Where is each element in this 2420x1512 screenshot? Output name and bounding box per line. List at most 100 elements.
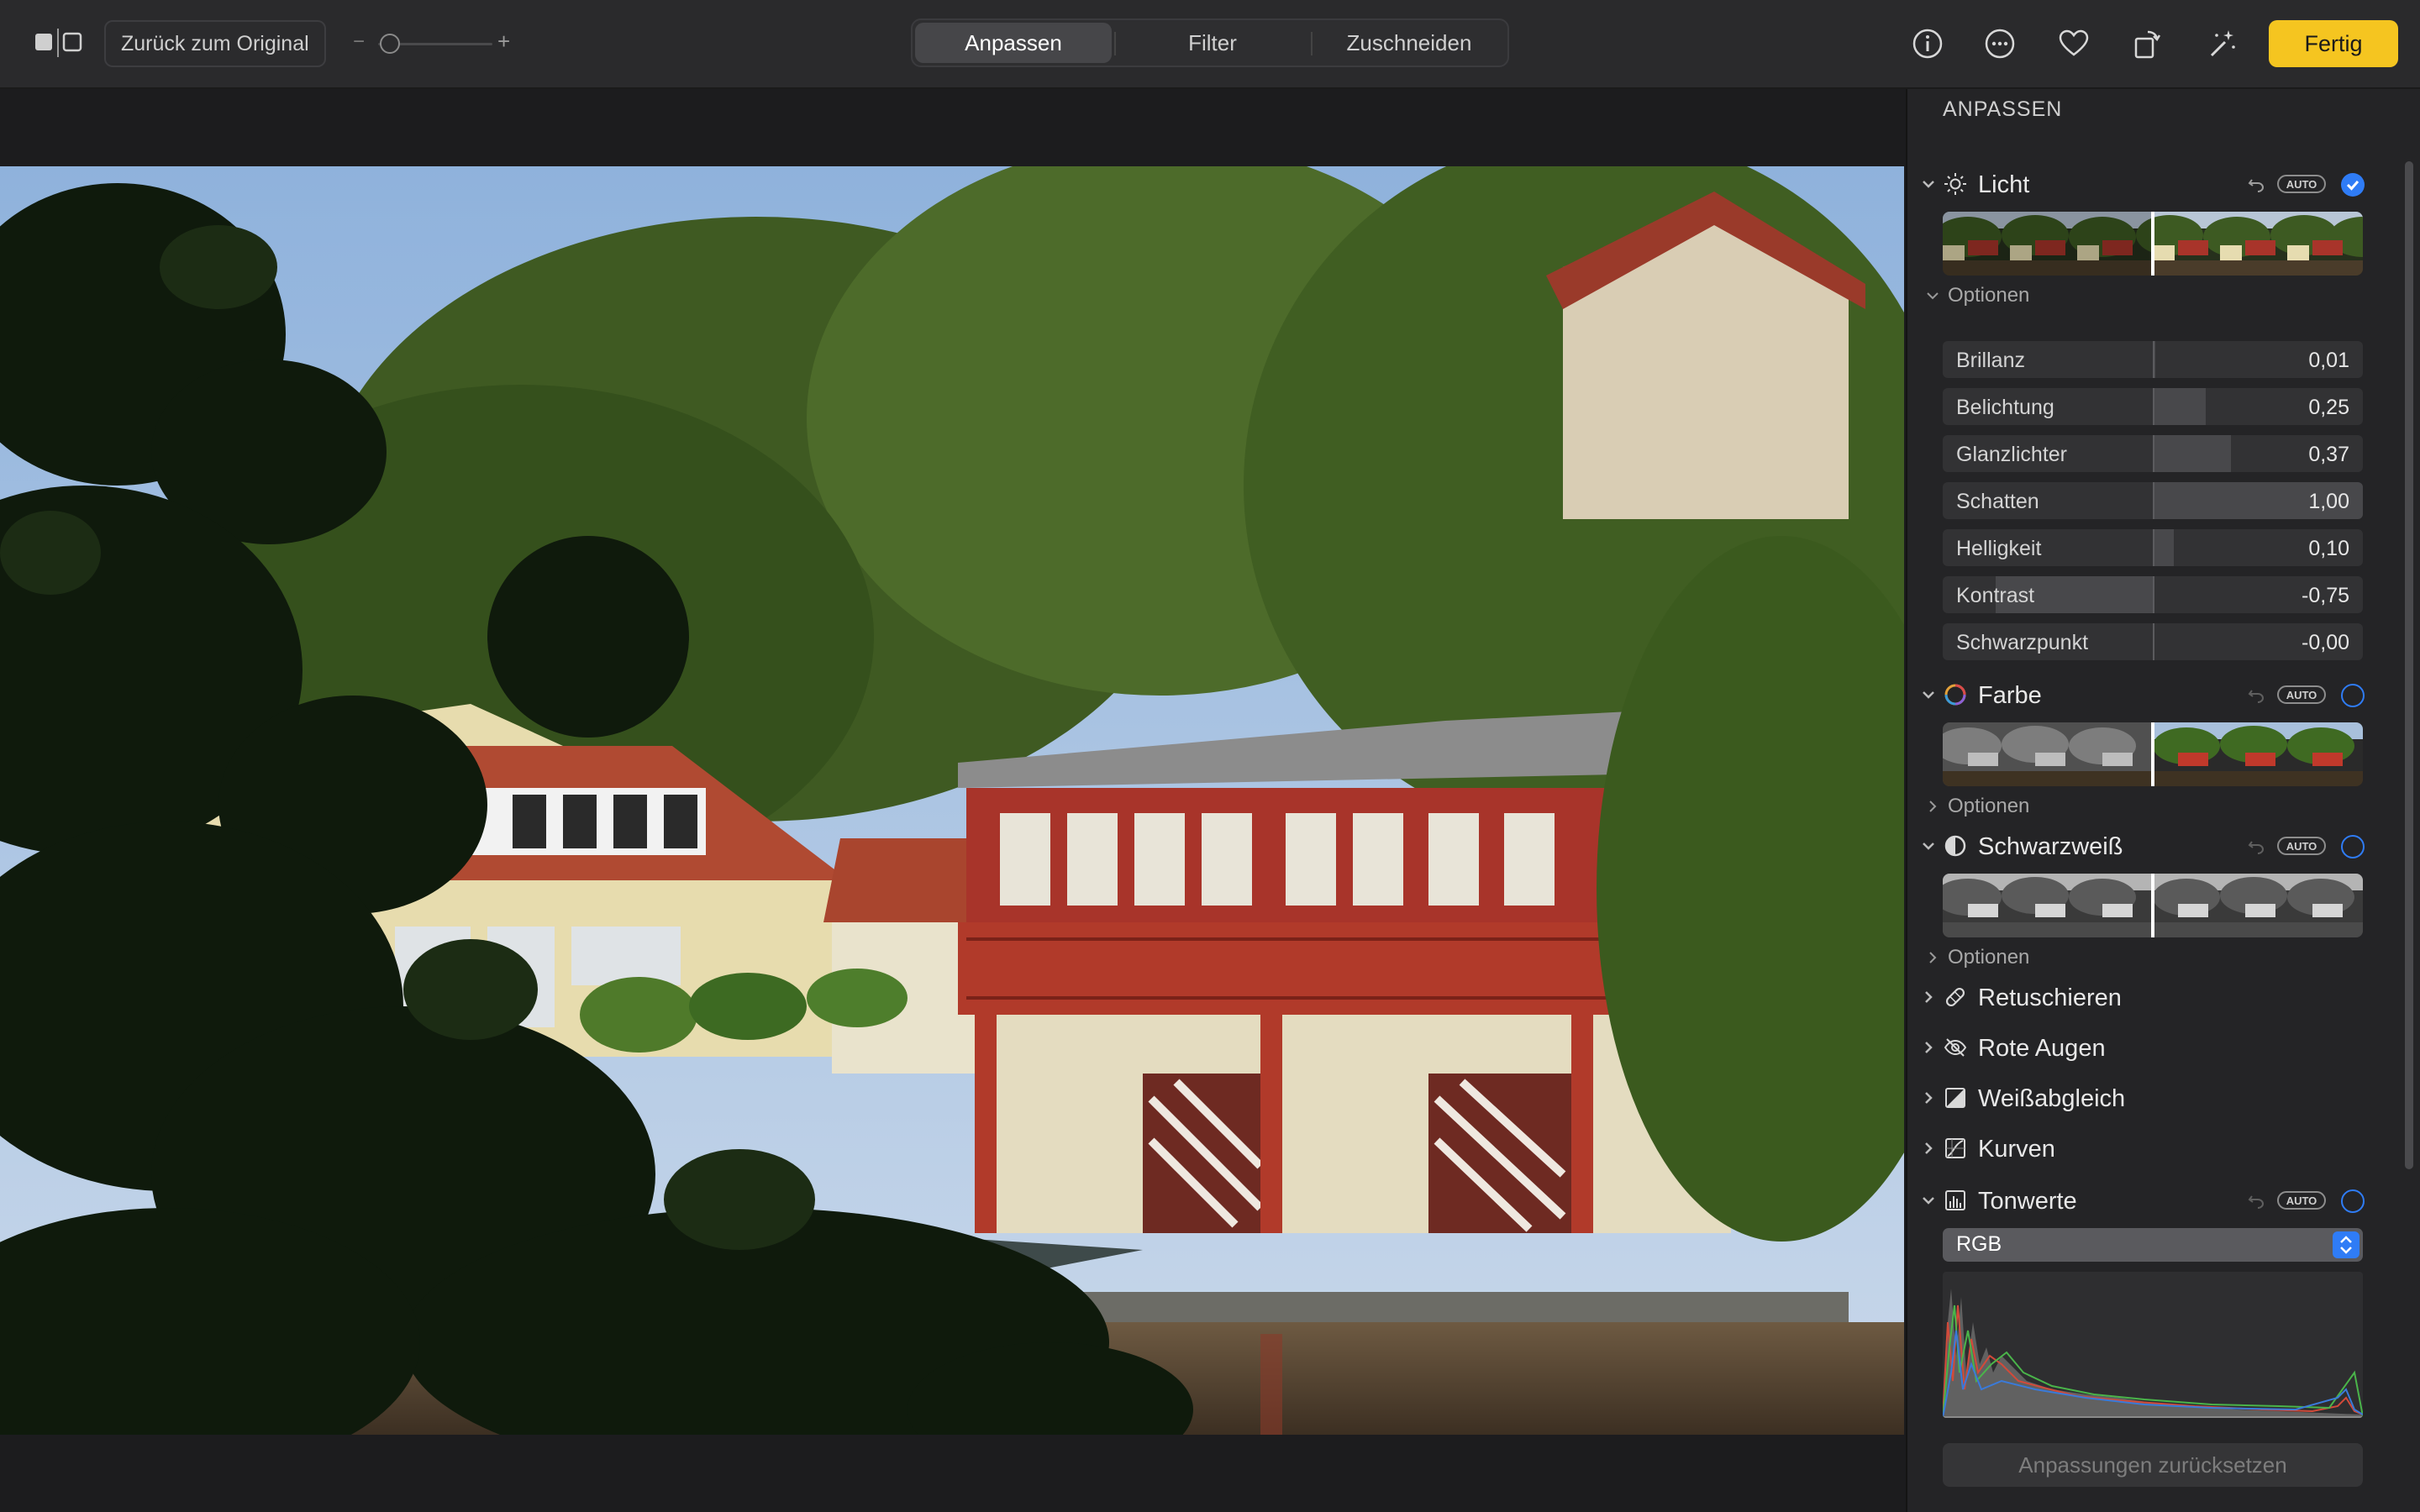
section-weissabgleich-label[interactable]: Weißabgleich bbox=[1978, 1085, 2125, 1113]
slider-kontrast[interactable]: Kontrast -0,75 bbox=[1943, 576, 2363, 613]
chevron-down-icon[interactable] bbox=[1919, 685, 1938, 704]
auto-enhance-wand-icon[interactable] bbox=[2202, 24, 2242, 64]
section-schwarzweiss-label[interactable]: Schwarzweiß bbox=[1978, 833, 2123, 861]
slider-schwarzpunkt[interactable]: Schwarzpunkt -0,00 bbox=[1943, 623, 2363, 660]
enable-toggle-licht[interactable] bbox=[2341, 173, 2365, 197]
enable-toggle-farbe[interactable] bbox=[2341, 684, 2365, 707]
undo-icon[interactable] bbox=[2247, 685, 2265, 704]
slider-schatten[interactable]: Schatten 1,00 bbox=[1943, 482, 2363, 519]
undo-icon[interactable] bbox=[2247, 175, 2265, 193]
zoom-in-icon[interactable]: + bbox=[497, 29, 510, 55]
slider-label: Belichtung bbox=[1956, 396, 2054, 419]
slider-value: 0,37 bbox=[2308, 443, 2349, 466]
edited-photo[interactable] bbox=[0, 166, 1904, 1435]
chevron-down-icon[interactable] bbox=[1919, 837, 1938, 855]
slider-label: Schwarzpunkt bbox=[1956, 631, 2089, 654]
more-options-icon[interactable] bbox=[1980, 24, 2020, 64]
chevron-down-icon bbox=[1927, 292, 1939, 300]
options-label: Optionen bbox=[1948, 946, 2030, 969]
updown-chevron-icon[interactable] bbox=[2333, 1231, 2360, 1258]
reset-adjustments-button[interactable]: Anpassungen zurücksetzen bbox=[1943, 1443, 2363, 1487]
half-circle-icon bbox=[1944, 835, 1966, 857]
slider-label: Schatten bbox=[1956, 490, 2039, 513]
slider-center-mark bbox=[2153, 341, 2154, 378]
done-button[interactable]: Fertig bbox=[2269, 20, 2398, 67]
auto-button[interactable]: AUTO bbox=[2277, 685, 2326, 704]
section-farbe: Farbe AUTO bbox=[1907, 675, 2412, 717]
toolbar: Zurück zum Original − + Anpassen Filter … bbox=[0, 0, 2420, 89]
section-retuschieren[interactable]: Retuschieren bbox=[1907, 978, 2412, 1020]
zoom-slider[interactable]: − + bbox=[353, 29, 521, 59]
tab-filter[interactable]: Filter bbox=[1114, 20, 1311, 66]
chevron-right-icon[interactable] bbox=[1919, 988, 1938, 1006]
section-farbe-label[interactable]: Farbe bbox=[1978, 682, 2042, 710]
slider-helligkeit[interactable]: Helligkeit 0,10 bbox=[1943, 529, 2363, 566]
chevron-right-icon[interactable] bbox=[1919, 1089, 1938, 1107]
color-wheel-icon bbox=[1944, 684, 1966, 706]
tonwerte-channel-select[interactable]: RGB bbox=[1943, 1228, 2363, 1262]
undo-icon[interactable] bbox=[2247, 1191, 2265, 1210]
auto-button[interactable]: AUTO bbox=[2277, 175, 2326, 193]
slider-center-mark bbox=[2153, 576, 2154, 613]
section-weissabgleich[interactable]: Weißabgleich bbox=[1907, 1079, 2412, 1121]
slider-center-mark bbox=[2153, 435, 2154, 472]
enable-toggle-schwarzweiss[interactable] bbox=[2341, 835, 2365, 858]
slider-value: 0,25 bbox=[2308, 396, 2349, 419]
chevron-right-icon[interactable] bbox=[1919, 1139, 1938, 1158]
slider-label: Glanzlichter bbox=[1956, 443, 2067, 466]
tab-zuschneiden[interactable]: Zuschneiden bbox=[1311, 20, 1507, 66]
bandage-icon bbox=[1945, 987, 1965, 1007]
section-retuschieren-label[interactable]: Retuschieren bbox=[1978, 984, 2122, 1012]
chevron-right-icon[interactable] bbox=[1919, 1038, 1938, 1057]
favorite-heart-icon[interactable] bbox=[2054, 24, 2094, 64]
zoom-knob[interactable] bbox=[380, 34, 400, 54]
enable-toggle-tonwerte[interactable] bbox=[2341, 1189, 2365, 1213]
split-view-icon[interactable] bbox=[34, 25, 82, 60]
sidebar-scrollbar[interactable] bbox=[2405, 161, 2413, 1169]
slider-brillanz[interactable]: Brillanz 0,01 bbox=[1943, 341, 2363, 378]
licht-thumbnail-strip[interactable] bbox=[1943, 212, 2363, 276]
section-kurven-label[interactable]: Kurven bbox=[1978, 1136, 2055, 1163]
chevron-down-icon[interactable] bbox=[1919, 1191, 1938, 1210]
sun-icon bbox=[1944, 173, 1966, 195]
auto-button[interactable]: AUTO bbox=[2277, 837, 2326, 855]
eye-slash-icon bbox=[1944, 1038, 1967, 1057]
section-rote-augen[interactable]: Rote Augen bbox=[1907, 1028, 2412, 1070]
farbe-thumbnail-strip[interactable] bbox=[1943, 722, 2363, 786]
section-tonwerte: Tonwerte AUTO bbox=[1907, 1181, 2412, 1223]
rotate-icon[interactable] bbox=[2126, 24, 2166, 64]
slider-belichtung[interactable]: Belichtung 0,25 bbox=[1943, 388, 2363, 425]
section-kurven[interactable]: Kurven bbox=[1907, 1129, 2412, 1171]
slider-value: 0,01 bbox=[2308, 349, 2349, 372]
section-licht-label[interactable]: Licht bbox=[1978, 171, 2029, 199]
chevron-right-icon bbox=[1929, 801, 1937, 812]
section-licht: Licht AUTO bbox=[1907, 165, 2412, 207]
levels-histogram-icon bbox=[1945, 1190, 1965, 1210]
chevron-down-icon[interactable] bbox=[1919, 175, 1938, 193]
slider-label: Helligkeit bbox=[1956, 537, 2042, 560]
tab-anpassen[interactable]: Anpassen bbox=[915, 23, 1112, 63]
slider-center-mark bbox=[2153, 482, 2154, 519]
slider-center-mark bbox=[2153, 623, 2154, 660]
auto-button[interactable]: AUTO bbox=[2277, 1191, 2326, 1210]
levels-histogram[interactable] bbox=[1943, 1272, 2363, 1418]
info-icon[interactable] bbox=[1907, 24, 1948, 64]
section-rote-augen-label[interactable]: Rote Augen bbox=[1978, 1035, 2106, 1063]
zoom-out-icon[interactable]: − bbox=[353, 30, 365, 54]
schwarzweiss-thumbnail-strip[interactable] bbox=[1943, 874, 2363, 937]
slider-label: Brillanz bbox=[1956, 349, 2025, 372]
section-tonwerte-label[interactable]: Tonwerte bbox=[1978, 1188, 2077, 1215]
undo-icon[interactable] bbox=[2247, 837, 2265, 855]
white-balance-icon bbox=[1945, 1088, 1965, 1108]
slider-value: -0,00 bbox=[2302, 631, 2349, 654]
adjust-sidebar: ANPASSEN Licht AUTO Optionen Brillanz 0,0… bbox=[1906, 89, 2420, 1512]
slider-fill bbox=[2153, 388, 2206, 425]
section-schwarzweiss: Schwarzweiß AUTO bbox=[1907, 827, 2412, 869]
revert-to-original-button[interactable]: Zurück zum Original bbox=[104, 20, 326, 67]
chevron-right-icon bbox=[1929, 952, 1937, 963]
edit-mode-tabs: Anpassen Filter Zuschneiden bbox=[911, 18, 1509, 67]
slider-fill bbox=[2153, 435, 2231, 472]
slider-value: -0,75 bbox=[2302, 584, 2349, 607]
slider-glanzlichter[interactable]: Glanzlichter 0,37 bbox=[1943, 435, 2363, 472]
slider-label: Kontrast bbox=[1956, 584, 2035, 607]
